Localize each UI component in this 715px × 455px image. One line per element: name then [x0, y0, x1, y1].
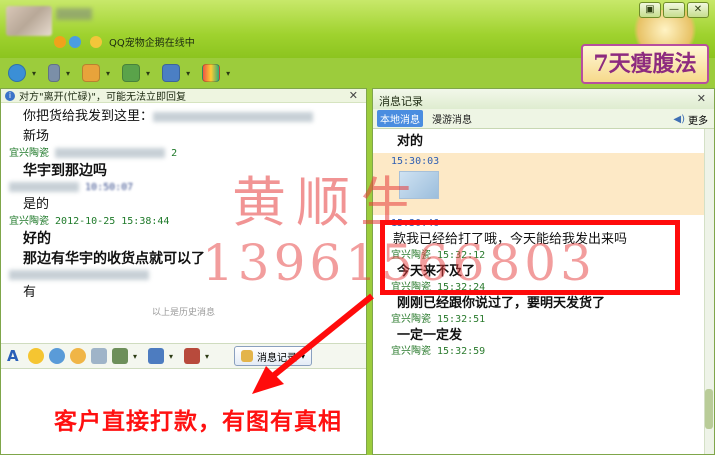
status-row: QQ宠物企鹅在线中: [54, 34, 195, 49]
emoji-icon[interactable]: [28, 348, 44, 364]
refresh-icon[interactable]: [69, 35, 81, 48]
sender-line: 宜兴陶瓷 2012-10-25 15:38:44: [9, 215, 358, 229]
image-icon[interactable]: [112, 348, 128, 364]
history-timestamp: 宜兴陶瓷 15:32:51: [391, 314, 486, 325]
history-scrollbar[interactable]: [704, 129, 714, 454]
ad-text: 7天瘦腹法: [593, 51, 697, 77]
title-bar: QQ宠物企鹅在线中 ▣ — ✕ 7天瘦腹法: [0, 0, 715, 84]
history-message: 今天来不及了: [397, 264, 476, 279]
window-controls: ▣ — ✕: [639, 2, 709, 18]
chevron-down-icon[interactable]: ▾: [226, 69, 230, 78]
chat-message: 有: [23, 285, 37, 300]
history-message: 刚刚已经跟你说过了，要明天发货了: [397, 296, 606, 311]
history-timestamp: 宜兴陶瓷 15:32:24: [391, 282, 486, 293]
history-header: 消息记录 ✕: [373, 89, 714, 109]
sender-name: 宜兴陶瓷: [9, 148, 49, 159]
history-pane: 消息记录 ✕ 本地消息 漫游消息 ◀) 更多 对的 15:30:03 15:30…: [372, 88, 715, 455]
screen-share-icon[interactable]: [162, 64, 181, 82]
close-button[interactable]: ✕: [687, 2, 709, 18]
history-divider: 以上是历史消息: [151, 308, 215, 318]
history-title: 消息记录: [379, 95, 423, 108]
sender-line: 宜兴陶瓷 2: [9, 147, 358, 161]
info-icon: i: [5, 90, 15, 101]
redacted-timestamp: [55, 148, 166, 158]
chevron-down-icon[interactable]: ▾: [66, 69, 70, 78]
contact-nickname-blurred: [56, 8, 92, 20]
timestamp: 10:50:07: [85, 182, 134, 193]
chevron-down-icon[interactable]: ▾: [205, 352, 209, 361]
history-icon: [241, 350, 254, 362]
screenshot-icon[interactable]: [91, 348, 107, 364]
history-message: 对的: [397, 134, 424, 149]
history-messages[interactable]: 对的 15:30:03 15:30:46 款我已经给打了哦，今天能给我发出来吗 …: [373, 129, 714, 454]
history-tabs: 本地消息 漫游消息 ◀) 更多: [373, 109, 714, 129]
redacted-sender: [9, 182, 79, 192]
timestamp: 2: [171, 148, 178, 159]
history-timestamp: 15:30:46: [391, 218, 440, 229]
status-text: QQ宠物企鹅在线中: [109, 38, 195, 49]
ad-banner[interactable]: 7天瘦腹法: [581, 44, 709, 84]
chevron-down-icon[interactable]: ▾: [146, 69, 150, 78]
sender-name: 宜兴陶瓷: [9, 216, 49, 227]
chevron-down-icon[interactable]: ▾: [133, 352, 137, 361]
message-text: 你把货给我发到这里：: [23, 109, 154, 124]
annotation-caption: 客户直接打款，有图有真相: [54, 409, 342, 435]
gift-icon[interactable]: [184, 348, 201, 364]
chevron-down-icon[interactable]: ▾: [106, 69, 110, 78]
away-notice-bar: i 对方"离开(忙碌)"，可能无法立即回复 ✕: [1, 89, 366, 103]
input-toolbar: A ▾ ▾ ▾ 消息记录 ▾: [1, 343, 366, 369]
shake-icon[interactable]: [70, 348, 86, 364]
restore-button[interactable]: ▣: [639, 2, 661, 18]
message-history-button[interactable]: 消息记录 ▾: [234, 346, 313, 366]
history-message: 款我已经给打了哦，今天能给我发出来吗: [393, 232, 628, 247]
add-contact-icon[interactable]: [122, 64, 141, 82]
chat-message: 你把货给我发到这里：: [9, 107, 358, 127]
apps-icon[interactable]: [202, 64, 221, 82]
main-toolbar: ▾ ▾ ▾ ▾ ▾ ▾: [0, 58, 580, 88]
sender-line: 10:50:07: [9, 181, 358, 195]
star-icon: [54, 35, 66, 48]
scrollbar-thumb[interactable]: [705, 389, 713, 429]
chat-message: 新场: [23, 129, 50, 144]
sender-line: [9, 269, 358, 283]
redacted-address: [153, 111, 314, 122]
chevron-down-icon[interactable]: ▾: [169, 352, 173, 361]
microphone-icon[interactable]: [48, 64, 61, 82]
speaker-icon: ◀): [673, 114, 685, 125]
history-timestamp: 15:30:03: [391, 156, 440, 167]
chevron-down-icon: ▾: [301, 351, 306, 361]
tab-roaming-messages[interactable]: 漫游消息: [429, 110, 475, 127]
history-timestamp: 宜兴陶瓷 15:32:12: [391, 250, 486, 261]
magic-emoji-icon[interactable]: [49, 348, 65, 364]
image-message[interactable]: [399, 171, 439, 199]
screen-capture-icon[interactable]: [148, 348, 165, 364]
chat-message: 华宇到那边吗: [23, 163, 107, 179]
highlighted-entry: 15:30:03: [373, 153, 714, 215]
chat-history[interactable]: 你把货给我发到这里： 新场 宜兴陶瓷 2 华宇到那边吗 10:50:07 是的 …: [1, 103, 366, 347]
chevron-down-icon[interactable]: ▾: [32, 69, 36, 78]
tab-local-messages[interactable]: 本地消息: [377, 110, 423, 127]
chat-pane: i 对方"离开(忙碌)"，可能无法立即回复 ✕ 你把货给我发到这里： 新场 宜兴…: [0, 88, 367, 455]
penguin-icon: [90, 35, 102, 48]
chat-message: 是的: [23, 197, 50, 212]
contact-avatar[interactable]: [6, 6, 52, 36]
history-button-label: 消息记录: [257, 352, 298, 364]
transfer-file-icon[interactable]: [82, 64, 101, 82]
camera-icon[interactable]: [8, 64, 26, 82]
chat-message: 那边有华宇的收货点就可以了: [23, 251, 205, 267]
away-notice-text: 对方"离开(忙碌)"，可能无法立即回复: [19, 92, 187, 103]
close-notice-icon[interactable]: ✕: [349, 89, 358, 102]
timestamp: 2012-10-25 15:38:44: [55, 216, 170, 227]
minimize-button[interactable]: —: [663, 2, 685, 18]
chevron-down-icon[interactable]: ▾: [186, 69, 190, 78]
chat-message: 好的: [23, 231, 51, 247]
font-icon[interactable]: A: [7, 348, 23, 364]
more-button[interactable]: ◀) 更多: [673, 112, 708, 127]
redacted-sender: [9, 270, 149, 280]
history-timestamp: 宜兴陶瓷 15:32:59: [391, 346, 486, 357]
history-message: 一定一定发: [397, 328, 463, 343]
close-history-icon[interactable]: ✕: [697, 92, 706, 105]
more-label: 更多: [688, 116, 708, 127]
